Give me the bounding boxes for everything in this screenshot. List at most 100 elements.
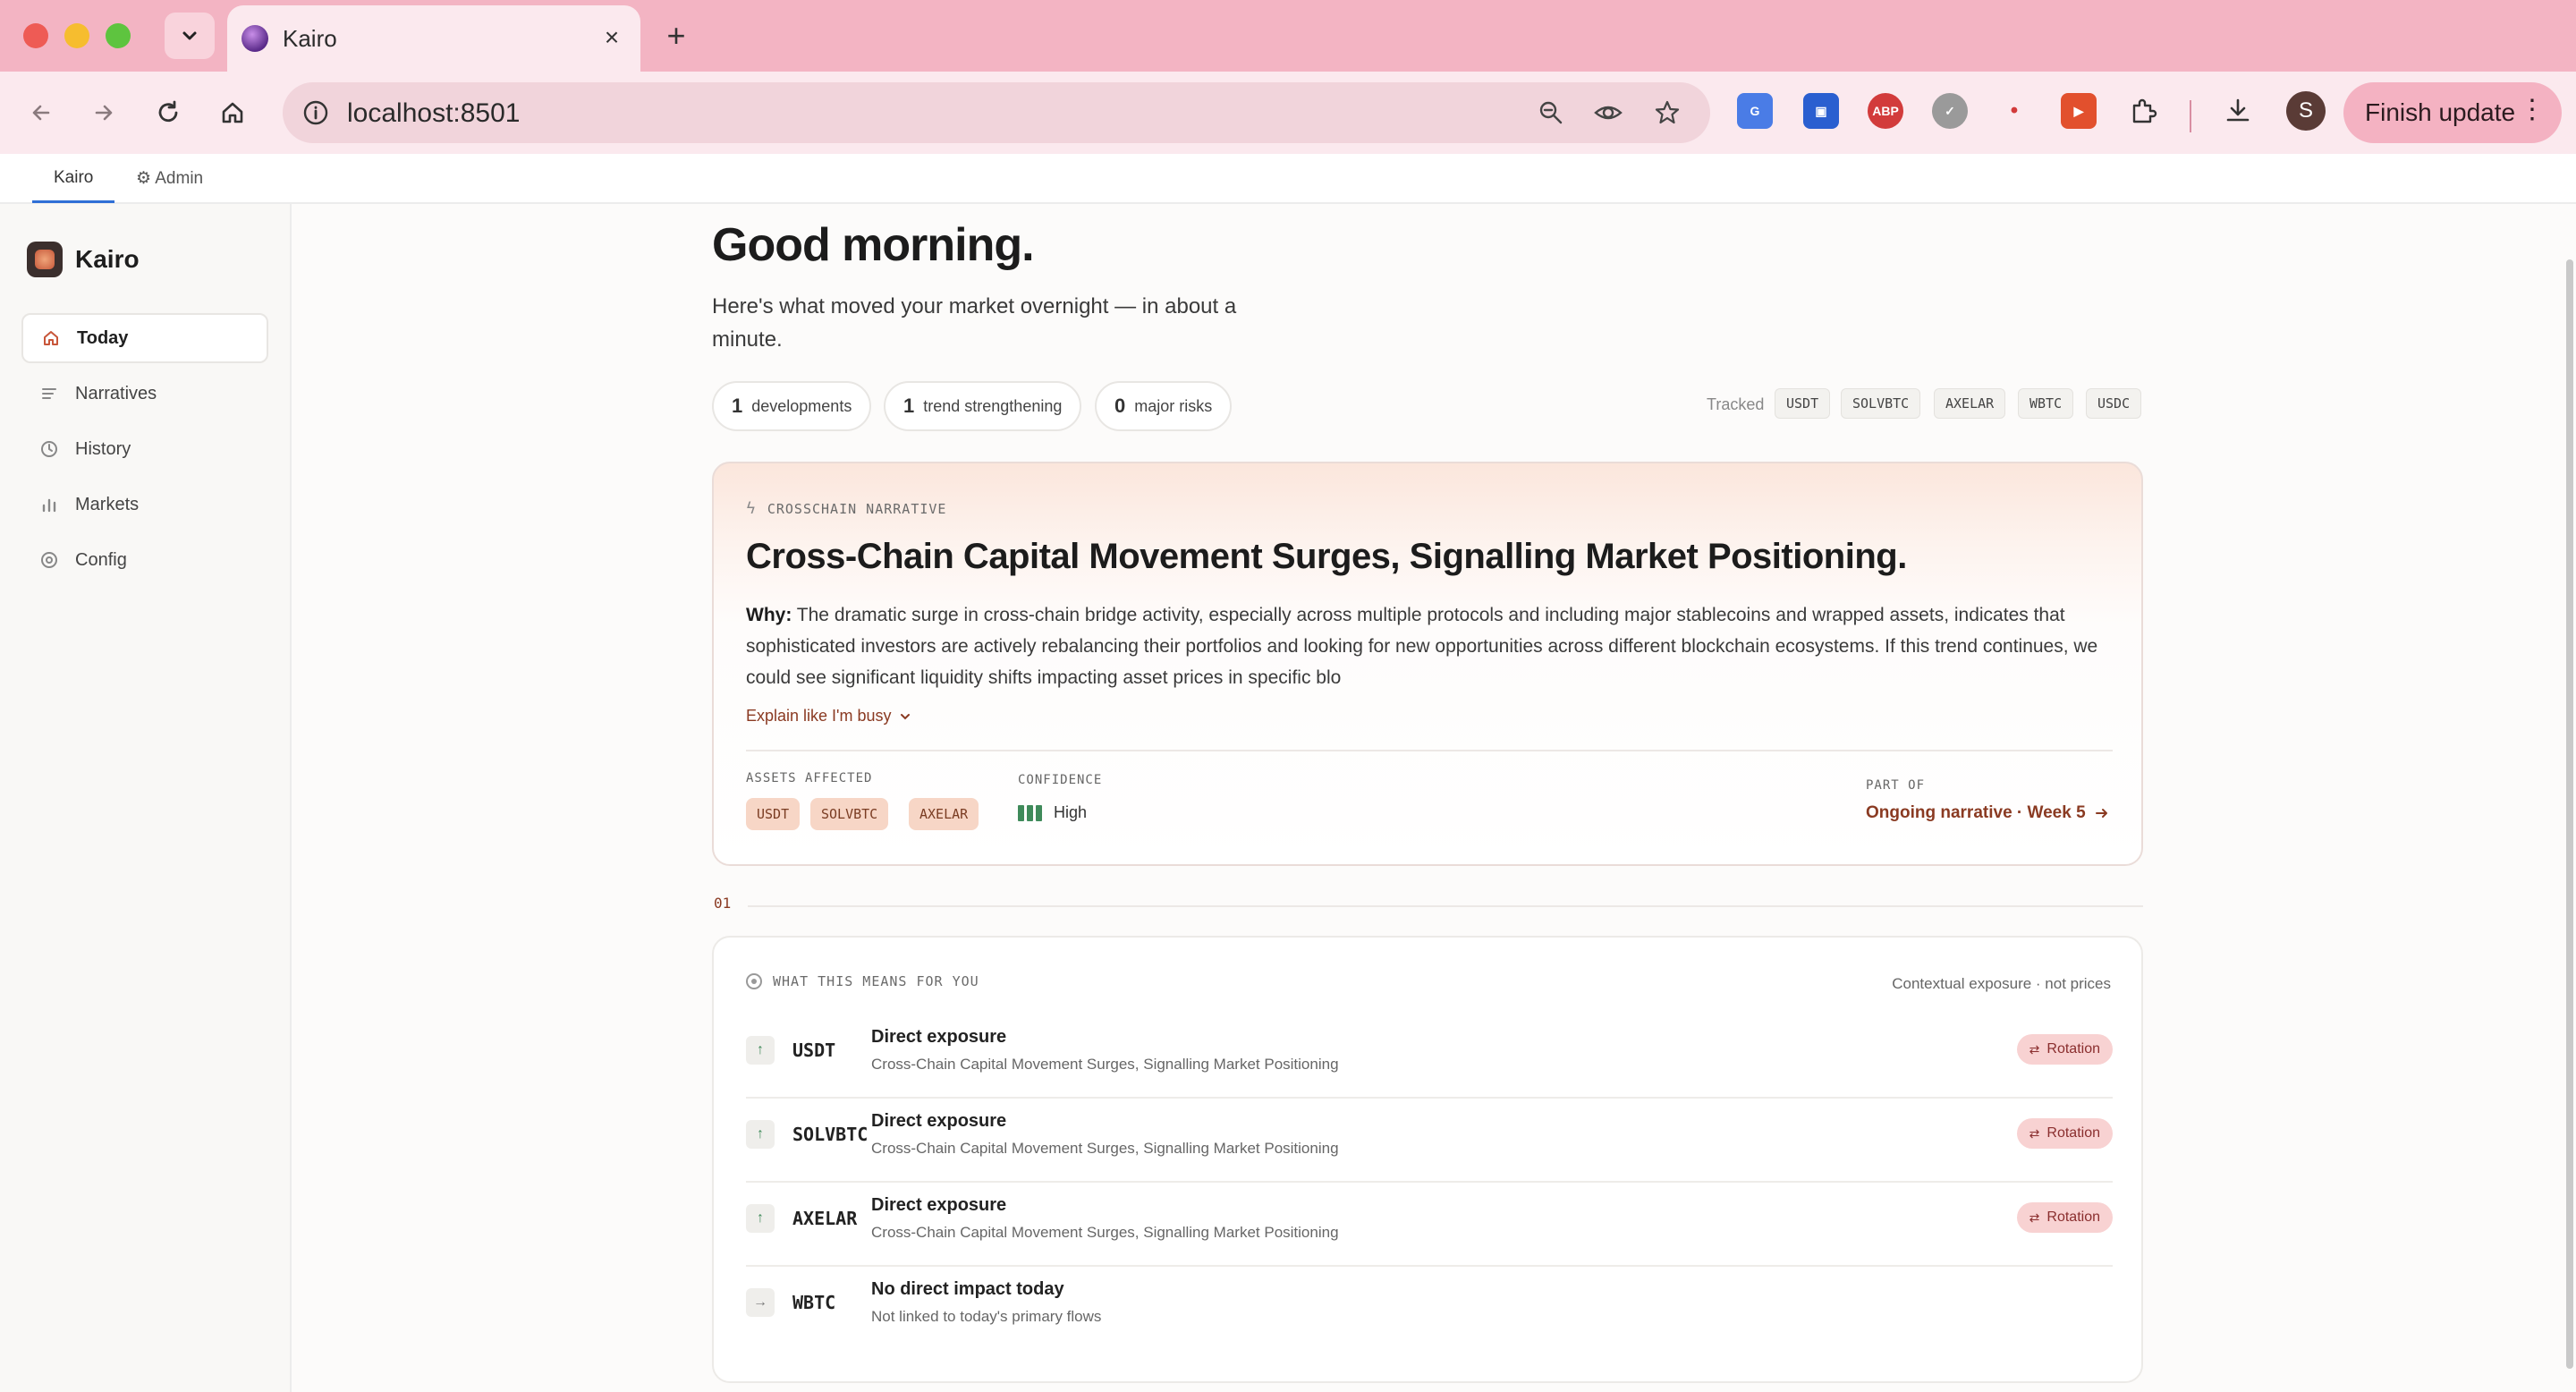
finish-update-button[interactable]: Finish update ⋮ — [2343, 82, 2562, 143]
chevron-down-icon — [182, 31, 197, 40]
page-title: Good morning. — [712, 219, 1035, 271]
list-icon — [39, 384, 59, 403]
sidebar-item-label: Markets — [75, 494, 140, 514]
download-icon[interactable] — [2220, 93, 2256, 129]
sidebar-item-markets[interactable]: Markets — [21, 480, 268, 530]
slides-extension-icon[interactable]: ▶ — [2061, 93, 2097, 129]
part-of-label: PART OF — [1866, 778, 1926, 793]
rotation-badge: ⇄ Rotation — [2016, 1118, 2113, 1149]
tracked-chip-axelar[interactable]: AXELAR — [1934, 388, 2006, 419]
narrative-kicker: ϟ CROSSCHAIN NARRATIVE — [746, 499, 946, 518]
apps-extension-icon[interactable]: ▣ — [1803, 93, 1839, 129]
stat-developments[interactable]: 1 developments — [712, 381, 872, 431]
chevron-down-icon — [900, 713, 910, 719]
rotation-badge: ⇄ Rotation — [2016, 1034, 2113, 1065]
toolbar-separator — [2190, 100, 2191, 132]
exposure-row-axelar[interactable]: ↑ AXELAR Direct exposure Cross-Chain Cap… — [746, 1183, 2113, 1267]
clock-icon — [39, 439, 59, 459]
rotation-badge: ⇄ Rotation — [2016, 1202, 2113, 1233]
asset-chip-solvbtc[interactable]: SOLVBTC — [810, 798, 889, 830]
badge-label: Rotation — [2046, 1041, 2100, 1057]
stat-label: trend strengthening — [923, 396, 1063, 415]
arrow-right-icon — [2095, 809, 2107, 818]
zoom-icon[interactable] — [1533, 95, 1569, 131]
tracked-label: Tracked — [1707, 395, 1765, 413]
window-zoom-button[interactable] — [106, 23, 131, 48]
window-minimize-button[interactable] — [64, 23, 89, 48]
forward-arrow-icon[interactable] — [82, 91, 125, 134]
browser-toolbar: localhost:8501 G ▣ ABP ✓ • ▶ S Finish up… — [0, 72, 2576, 154]
url-text[interactable]: localhost:8501 — [347, 98, 520, 129]
narrative-why: Why: The dramatic surge in cross-chain b… — [746, 599, 2114, 693]
favicon-icon — [242, 25, 268, 52]
window-close-button[interactable] — [23, 23, 48, 48]
arrow-right-icon: → — [746, 1288, 775, 1317]
explain-toggle[interactable]: Explain like I'm busy — [746, 707, 913, 726]
tracked-chip-usdc[interactable]: USDC — [2086, 388, 2142, 419]
row-asset: USDT — [792, 1040, 836, 1061]
page-scrollbar[interactable] — [2563, 259, 2576, 1387]
check-extension-icon[interactable]: ✓ — [1932, 93, 1968, 129]
profile-avatar[interactable]: S — [2286, 91, 2326, 131]
tracked-chip-usdt[interactable]: USDT — [1775, 388, 1831, 419]
topnav-tab-kairo[interactable]: Kairo — [54, 168, 93, 188]
sidebar-item-history[interactable]: History — [21, 424, 268, 474]
more-vert-icon[interactable]: ⋮ — [2519, 97, 2546, 123]
sidebar-item-today[interactable]: Today — [21, 313, 268, 363]
record-extension-icon[interactable]: • — [1996, 93, 2032, 129]
tab-search-button[interactable] — [165, 13, 215, 59]
why-text: The dramatic surge in cross-chain bridge… — [746, 605, 2098, 688]
tab-close-icon[interactable]: × — [596, 21, 628, 54]
target-icon — [39, 550, 59, 570]
stat-count: 1 — [732, 395, 743, 417]
site-info-icon[interactable] — [301, 98, 331, 128]
row-asset: AXELAR — [792, 1208, 858, 1229]
narrative-card: ϟ CROSSCHAIN NARRATIVE Cross-Chain Capit… — [712, 462, 2143, 866]
row-title: Direct exposure — [871, 1027, 1007, 1047]
back-arrow-icon[interactable] — [20, 91, 63, 134]
divider — [746, 750, 2113, 751]
new-tab-plus-icon[interactable]: + — [657, 16, 696, 55]
confidence-text: High — [1054, 803, 1088, 821]
stat-count: 0 — [1114, 395, 1126, 417]
scrollbar-thumb[interactable] — [2566, 259, 2573, 1369]
home-icon — [41, 328, 61, 348]
why-label: Why: — [746, 605, 792, 625]
sidebar-item-narratives[interactable]: Narratives — [21, 369, 268, 419]
exposure-row-wbtc[interactable]: → WBTC No direct impact today Not linked… — [746, 1267, 2113, 1351]
app-top-nav: Kairo ⚙ Admin — [0, 154, 2576, 204]
row-title: Direct exposure — [871, 1195, 1007, 1215]
exposure-row-solvbtc[interactable]: ↑ SOLVBTC Direct exposure Cross-Chain Ca… — [746, 1099, 2113, 1183]
sidebar-item-config[interactable]: Config — [21, 535, 268, 585]
reload-icon[interactable] — [147, 91, 190, 134]
exposure-row-usdt[interactable]: ↑ USDT Direct exposure Cross-Chain Capit… — [746, 1014, 2113, 1099]
browser-tab[interactable]: Kairo × — [227, 5, 640, 72]
explain-label: Explain like I'm busy — [746, 707, 892, 725]
topnav-tab-admin[interactable]: ⚙ Admin — [136, 168, 203, 189]
stat-major-risks[interactable]: 0 major risks — [1095, 381, 1233, 431]
part-of-link[interactable]: Ongoing narrative · Week 5 — [1866, 803, 2111, 823]
address-bar[interactable]: localhost:8501 — [283, 82, 1710, 143]
badge-label: Rotation — [2046, 1125, 2100, 1141]
stat-trend-strengthening[interactable]: 1 trend strengthening — [884, 381, 1082, 431]
exposure-card: WHAT THIS MEANS FOR YOU Contextual expos… — [712, 936, 2143, 1383]
puzzle-extensions-icon[interactable] — [2125, 93, 2161, 129]
bar-chart-icon — [39, 495, 59, 514]
swap-icon: ⇄ — [2029, 1125, 2040, 1141]
eye-icon[interactable] — [1590, 95, 1626, 131]
row-subtitle: Not linked to today's primary flows — [871, 1308, 1102, 1325]
tracked-chip-wbtc[interactable]: WBTC — [2018, 388, 2074, 419]
home-icon[interactable] — [211, 91, 254, 134]
narrative-kicker-label: CROSSCHAIN NARRATIVE — [767, 500, 947, 517]
bookmark-star-icon[interactable] — [1649, 95, 1685, 131]
adblock-extension-icon[interactable]: ABP — [1868, 93, 1903, 129]
arrow-up-icon: ↑ — [746, 1204, 775, 1233]
sidebar: Kairo Today Narratives History Markets C… — [0, 204, 292, 1392]
tracked-chip-solvbtc[interactable]: SOLVBTC — [1841, 388, 1921, 419]
asset-chip-usdt[interactable]: USDT — [746, 798, 801, 830]
confidence-value: High — [1018, 803, 1087, 822]
translate-extension-icon[interactable]: G — [1737, 93, 1773, 129]
brand: Kairo — [27, 242, 140, 277]
brand-logo — [27, 242, 63, 277]
asset-chip-axelar[interactable]: AXELAR — [909, 798, 979, 830]
